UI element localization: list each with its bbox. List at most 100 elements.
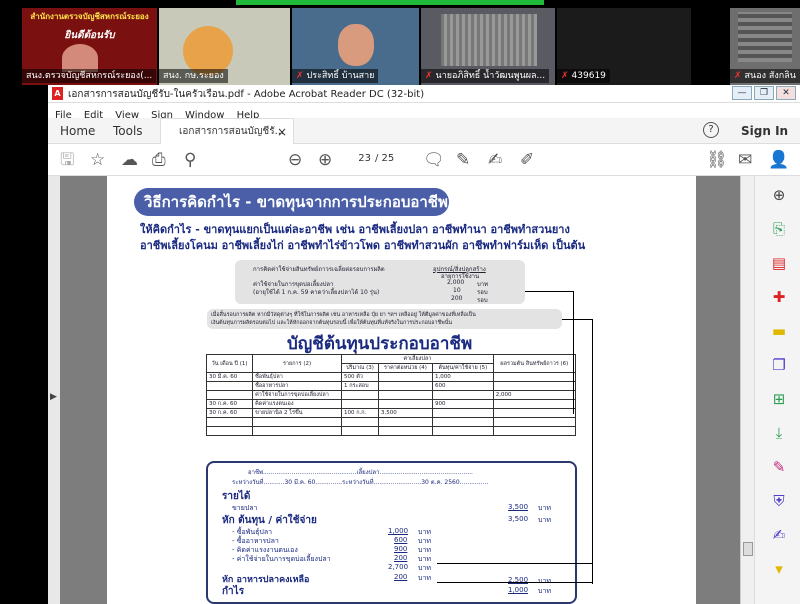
help-icon[interactable]: ? [703,122,719,138]
calc-unit: รอบ [477,297,488,304]
email-icon[interactable]: ✉ [738,150,752,170]
pl-unit: บาท [538,516,551,524]
scrollbar-thumb[interactable] [743,542,753,556]
participant-video [62,44,98,72]
more-tools-icon[interactable]: ▾ [769,560,789,578]
tab-document[interactable]: เอกสารการสอนบัญชีรั... × [160,118,294,144]
pl-item-value: 200 [394,554,408,562]
pl-unit: บาท [418,574,431,582]
table-row: 30 ก.ค. 60 ขายปลานิล 2 ไร่ขึ้น 100 ก.ก. 3,5… [205,408,577,418]
participant-video [441,14,537,66]
participant-tile[interactable]: สำนักงานตรวจบัญชีสหกรณ์ระยอง ยินดีต้อนรั… [22,8,157,85]
fill-sign-tool-icon[interactable]: ✎ [769,458,789,476]
participant-tile[interactable]: สนง. กษ.ระยอง [159,8,290,85]
note-line: เงินต้นทุนการผลิตรอบต่อไป และให้หักออกจา… [211,320,453,326]
table-row: ซื้ออาหารปลา 1 กระสอบ 600 [205,381,577,391]
sign-in-button[interactable]: Sign In [741,118,788,144]
pl-deduct-heading: หัก ต้นทุน / ค่าใช้จ่าย [222,515,317,526]
export-image-icon[interactable]: ⤓ [769,424,789,442]
participant-name: สนง.ตรวจบัญชีสหกรณ์ระยอง(... [22,69,157,83]
mic-muted-icon: ✗ [734,71,742,81]
ledger-title: บัญชีต้นทุนประกอบอาชีพ [287,334,473,354]
create-pdf-icon[interactable]: ✚ [769,288,789,306]
participant-name: สนง. กษ.ระยอง [159,69,228,83]
tab-home[interactable]: Home [60,118,95,144]
zoom-in-icon[interactable]: ⊕ [769,186,789,204]
combine-files-icon[interactable]: ❐ [769,356,789,374]
annotation-arrow [437,582,592,583]
calc-label: การคิดค่าใช้จ่ายสินทรัพย์ถาวรเฉลี่ยต่อรอ… [253,266,385,273]
expand-panel-icon[interactable]: ▶ [50,392,57,402]
zoom-search-icon[interactable]: ⚲ [184,150,196,170]
add-user-icon[interactable]: 👤 [768,150,789,170]
table-header: วัน เดือน ปี (1) [205,354,254,373]
protect-shield-icon[interactable]: ⛨ [769,492,789,510]
participant-tile[interactable]: ✗ สนอง สังกลิน [730,8,800,85]
menu-bar: File Edit View Sign Window Help [48,103,800,121]
banner-line: ยินดีต้อนรับ [64,30,115,41]
comment-tool-icon[interactable]: ▬ [769,322,789,340]
table-row [205,426,577,436]
organize-pages-icon[interactable]: ▤ [769,254,789,272]
pl-item-value: 600 [394,536,408,544]
participant-name: นายอภิสิทธิ์ น้ำวัฒนพูนผล... [435,71,546,81]
page-down-icon[interactable]: ⊕ [318,150,332,170]
participant-video [738,12,792,62]
save-icon[interactable]: 🖫 [60,150,74,170]
participant-tile[interactable]: ✗ นายอภิสิทธิ์ น้ำวัฒนพูนผล... [421,8,555,85]
close-window-button[interactable]: ✕ [776,86,796,100]
upload-cloud-icon[interactable]: ☁ [121,150,138,170]
pl-sale-value: 3,500 [508,503,529,511]
page-heading: วิธีการคิดกำไร - ขาดทุนจากการประกอบอาชีพ [134,188,449,216]
pl-item-value: 1,000 [388,527,409,535]
window-title: เอกสารการสอนบัญชีรับ-ในครัวเรือน.pdf - A… [68,89,425,100]
page-up-icon[interactable]: ⊖ [288,150,302,170]
maximize-button[interactable]: ❐ [754,86,774,100]
highlight-pen-icon[interactable]: ✎ [456,150,470,170]
edit-pen-icon[interactable]: ✍ [769,526,789,544]
table-header: ปริมาณ (3) [340,363,379,373]
participant-tile[interactable]: ✗ 439619 [557,8,691,85]
pl-food-left-value: 200 [394,573,408,581]
page-total: / 25 [375,153,395,164]
export-pdf-icon[interactable]: ⎘ [769,220,789,238]
pl-profit-label: กำไร [222,586,245,597]
mic-muted-icon: ✗ [561,71,569,81]
acrobat-icon: A [52,87,63,100]
zoom-share-indicator [236,0,544,5]
calc-label: (อายุใช้ได้ 1 ก.ค. 59 คาดว่าเลี้ยงปลาได้… [253,289,380,296]
table-header-group: ค่าเลี้ยงปลา [340,354,494,364]
banner-line: สำนักงานตรวจบัญชีสหกรณ์ระยอง [30,12,149,21]
table-header: รายการ (2) [252,354,342,373]
pl-unit: บาท [538,504,551,512]
sign-icon[interactable]: ✍ [488,150,502,170]
bookmark-star-icon[interactable]: ☆ [90,150,105,170]
annotation-arrow [525,291,573,292]
fill-sign-icon[interactable]: ✐ [520,150,534,170]
page-number-input[interactable]: 23 [351,150,371,168]
comment-icon[interactable]: 🗨 [423,150,445,170]
minimize-button[interactable]: — [732,86,752,100]
tab-tools[interactable]: Tools [113,118,143,144]
pl-unit: บาท [538,587,551,595]
compress-pdf-icon[interactable]: ⊞ [769,390,789,408]
close-tab-icon[interactable]: × [277,119,287,145]
pl-career: อาชีพ...................................… [248,469,473,476]
window-titlebar: A เอกสารการสอนบัญชีรับ-ในครัวเรือน.pdf -… [48,85,800,103]
annotation-arrow [592,319,593,584]
participant-name: 439619 [571,71,606,81]
participant-video [338,24,374,66]
left-nav-panel[interactable]: ▶ [48,176,60,604]
table-header: ต้นทุน/ค่าใช้จ่าย (5) [432,363,494,373]
table-row [205,417,577,427]
pl-profit-value: 1,000 [508,586,529,594]
tab-bar: Home Tools เอกสารการสอนบัญชีรั... × ? Si… [48,118,800,144]
vertical-scrollbar[interactable] [740,176,754,604]
print-icon[interactable]: ⎙ [152,150,166,170]
link-icon[interactable]: ⛓ [706,150,728,170]
cost-ledger-table: วัน เดือน ปี (1) รายการ (2) ค่าเลี้ยงปลา… [205,354,577,436]
participant-tile[interactable]: ✗ ประสิทธิ์ บ้านสาย [292,8,419,85]
toolbar: 🖫 ☆ ☁ ⎙ ⚲ ⊖ ⊕ 23 / 25 🗨 ✎ ✍ ✐ ⛓ ✉ 👤 [48,144,800,176]
annotation-arrow [573,291,574,414]
participant-name: สนอง สังกลิน [744,71,796,81]
